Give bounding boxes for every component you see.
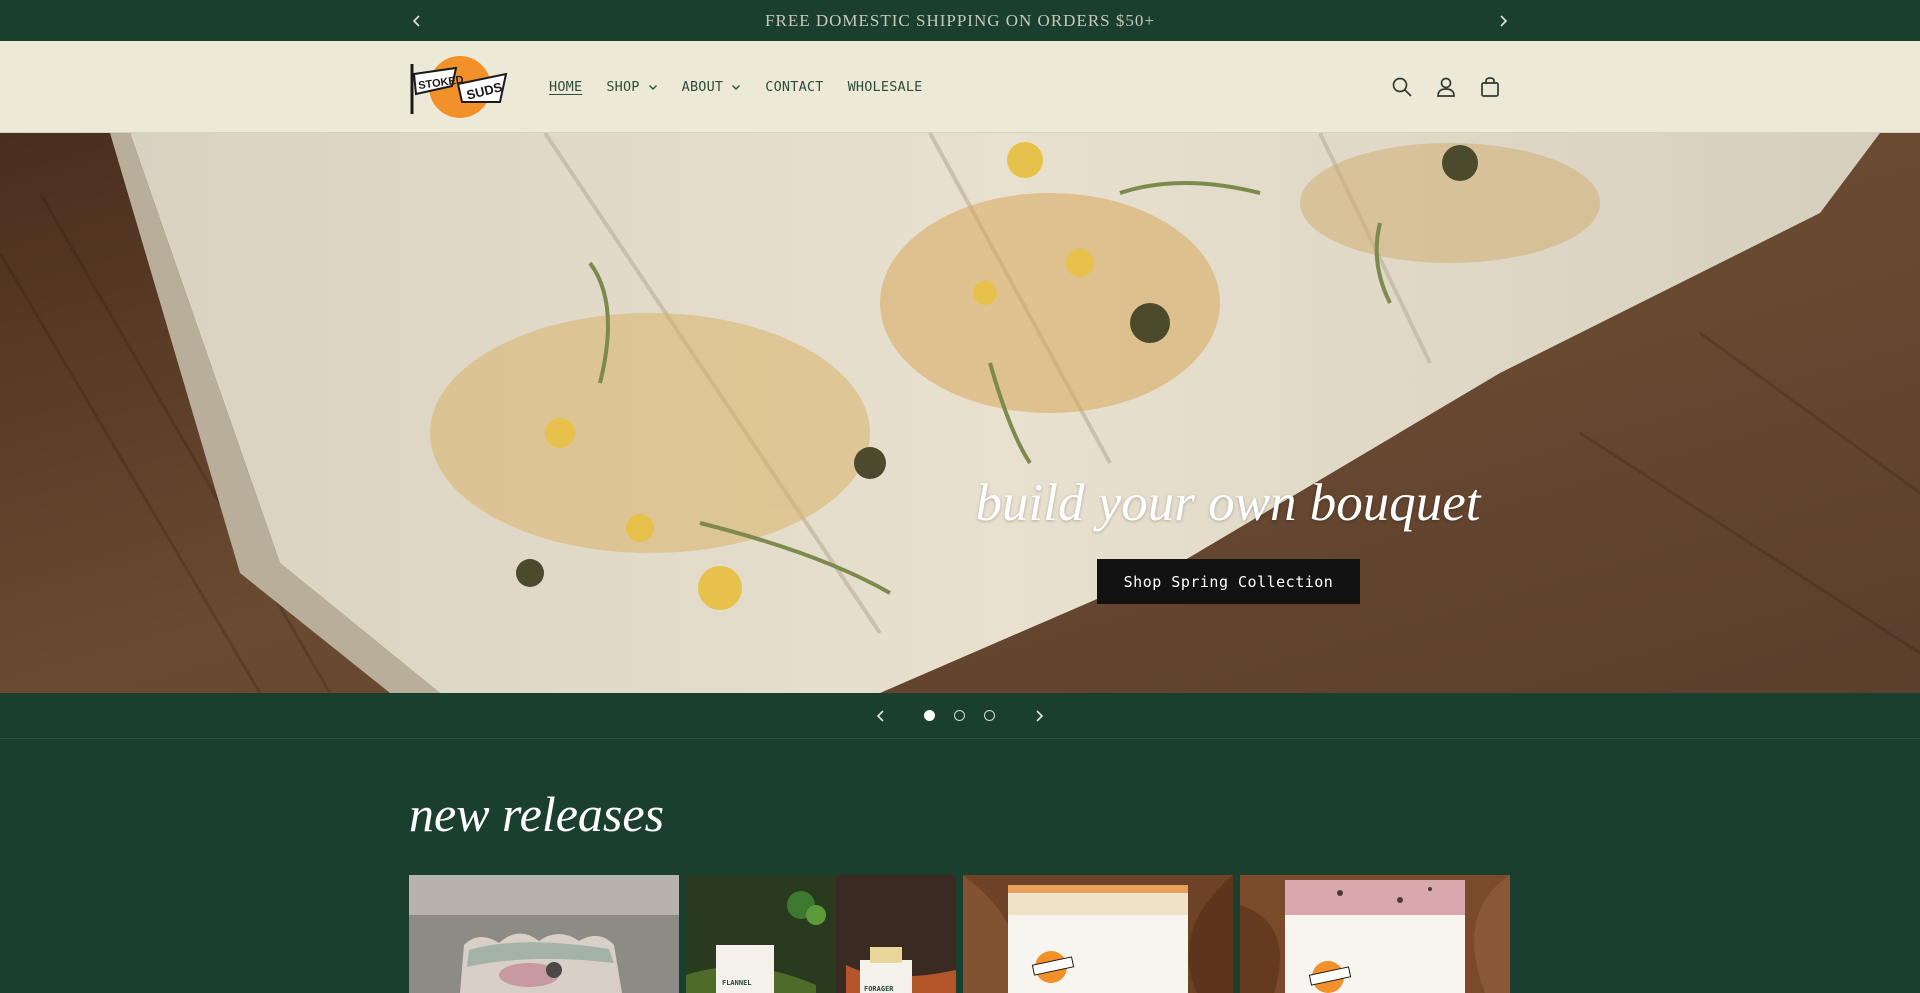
product-grid: FLANNEL FORAGER bbox=[409, 875, 1517, 993]
slide-dot-1[interactable] bbox=[924, 710, 935, 721]
slideshow-controls bbox=[0, 693, 1920, 739]
chevron-left-icon bbox=[876, 710, 884, 722]
main-nav: HOME SHOP ABOUT CONTACT WHOLESALE bbox=[549, 41, 947, 133]
slide-dot-2[interactable] bbox=[954, 710, 965, 721]
nav-wholesale[interactable]: WHOLESALE bbox=[848, 79, 923, 95]
nav-shop[interactable]: SHOP bbox=[606, 79, 657, 95]
site-header: STOKED SUDS HOME SHOP ABOUT CONTACT WHOL… bbox=[0, 41, 1920, 133]
header-actions bbox=[1388, 41, 1520, 133]
slide-next-button[interactable] bbox=[1027, 693, 1051, 739]
product-card-4[interactable] bbox=[1240, 875, 1510, 993]
site-logo[interactable]: STOKED SUDS bbox=[408, 54, 512, 120]
hero-title: build your own bouquet bbox=[975, 474, 1481, 532]
slide-dot-3[interactable] bbox=[984, 710, 995, 721]
account-button[interactable] bbox=[1432, 73, 1460, 101]
hero-banner: build your own bouquet Shop Spring Colle… bbox=[0, 133, 1920, 693]
nav-about-label: ABOUT bbox=[681, 79, 724, 95]
product-image bbox=[1240, 875, 1510, 993]
chevron-down-icon bbox=[732, 85, 741, 90]
cart-button[interactable] bbox=[1476, 73, 1504, 101]
product-card-3[interactable] bbox=[963, 875, 1233, 993]
new-releases-title: new releases bbox=[409, 786, 665, 842]
nav-shop-label: SHOP bbox=[606, 79, 640, 95]
slide-prev-button[interactable] bbox=[869, 693, 893, 739]
nav-about[interactable]: ABOUT bbox=[682, 79, 742, 95]
chevron-down-icon bbox=[648, 85, 657, 90]
cart-icon bbox=[1481, 77, 1499, 97]
nav-home-label: HOME bbox=[549, 79, 583, 95]
shop-spring-collection-button[interactable]: Shop Spring Collection bbox=[1097, 559, 1360, 604]
svg-text:FLANNEL: FLANNEL bbox=[722, 979, 752, 987]
search-icon bbox=[1392, 77, 1412, 97]
account-icon bbox=[1437, 77, 1455, 97]
chevron-right-icon bbox=[1500, 14, 1508, 27]
chevron-right-icon bbox=[1036, 710, 1044, 722]
nav-contact-label: CONTACT bbox=[765, 79, 824, 95]
product-image: FLANNEL FORAGER bbox=[686, 875, 956, 993]
product-image bbox=[963, 875, 1233, 993]
nav-wholesale-label: WHOLESALE bbox=[847, 79, 923, 95]
nav-home[interactable]: HOME bbox=[549, 79, 582, 95]
product-card-1[interactable] bbox=[409, 875, 679, 993]
announcement-next-button[interactable] bbox=[1491, 0, 1515, 41]
nav-contact[interactable]: CONTACT bbox=[765, 79, 823, 95]
svg-text:FORAGER: FORAGER bbox=[864, 985, 894, 993]
product-card-2[interactable]: FLANNEL FORAGER bbox=[686, 875, 956, 993]
announcement-text: FREE DOMESTIC SHIPPING ON ORDERS $50+ bbox=[765, 11, 1155, 30]
search-button[interactable] bbox=[1388, 73, 1416, 101]
announcement-bar: FREE DOMESTIC SHIPPING ON ORDERS $50+ bbox=[0, 0, 1920, 41]
product-image bbox=[409, 875, 679, 993]
hero-image bbox=[0, 133, 1920, 693]
